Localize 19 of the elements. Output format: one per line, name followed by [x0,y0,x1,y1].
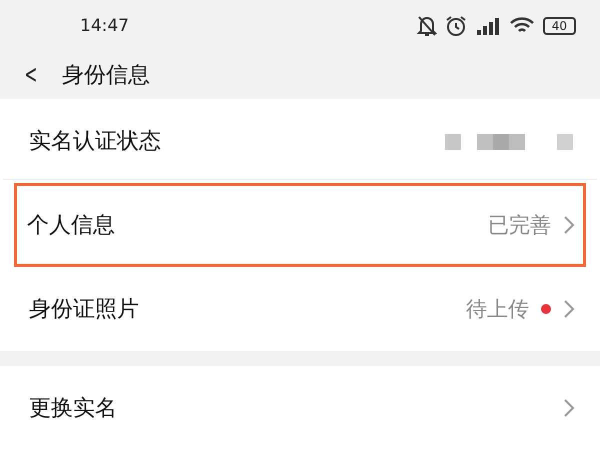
chevron-icon [563,398,575,418]
row-value: 已完善 [488,212,551,239]
highlighted-list-row[interactable]: 个人信息 已完善 [14,182,586,267]
back-button[interactable]: < [24,60,38,90]
list-row[interactable]: 更换实名 [0,366,600,450]
chevron-icon [563,298,575,319]
row-label: 身份证照片 [29,296,139,324]
row-value: 待上传 [466,296,529,323]
row-label: 实名认证状态 [29,128,161,156]
alarm-icon [444,14,467,37]
battery-level: 40 [542,16,576,35]
chevron-icon [563,214,575,235]
status-time: 14:47 [80,16,129,36]
row-label: 更换实名 [29,395,117,423]
list-row[interactable]: 实名认证状态 [0,98,600,183]
list-row[interactable]: 身份证照片 待上传 [0,266,600,351]
bell-muted-icon [416,14,437,37]
page-title: 身份信息 [62,62,150,90]
row-label: 个人信息 [27,212,115,240]
